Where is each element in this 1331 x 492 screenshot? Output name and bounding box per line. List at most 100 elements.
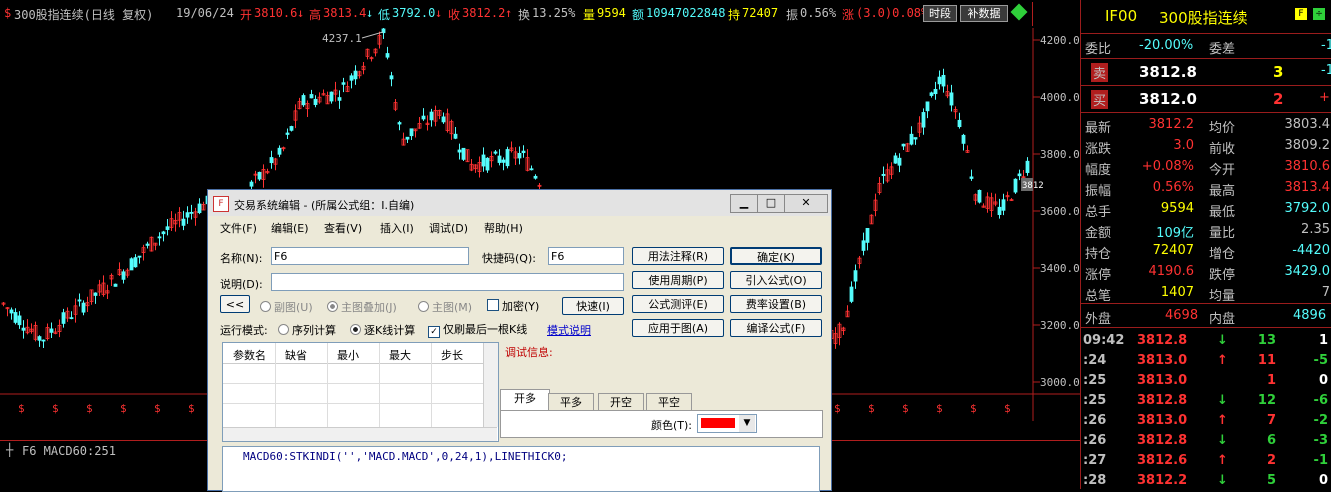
stat-key: 持仓 xyxy=(1085,247,1112,262)
kline-radio[interactable]: 逐K线计算 xyxy=(350,322,415,338)
chevron-down-icon[interactable]: ▼ xyxy=(739,415,755,432)
candle-body xyxy=(189,211,194,214)
candle-body xyxy=(21,327,26,331)
candle-body xyxy=(893,155,898,164)
fill-data-button[interactable]: 补数据 xyxy=(960,5,1008,22)
chart-divider xyxy=(1032,2,1033,26)
stat-value: 1407 xyxy=(1160,285,1194,300)
tick-change: -5 xyxy=(1313,353,1328,368)
fee-settings-button[interactable]: 费率设置(B) xyxy=(730,295,822,313)
formula-editor[interactable]: MACD60:STKINDI('','MACD.MACD',0,24,1),LI… xyxy=(222,446,820,492)
switch-icon[interactable]: ÷ xyxy=(1313,8,1325,20)
y-axis-ticks: 4200.0 4000.0 3800.0 3600.0 3400.0 3200.0 3000… xyxy=(1033,34,1080,389)
low-value: 3792.0 xyxy=(392,6,436,20)
candle-body xyxy=(69,317,74,320)
candle-body xyxy=(165,226,170,230)
color-select[interactable]: ▼ xyxy=(697,414,757,433)
stat-value: 3429.0 xyxy=(1284,264,1331,279)
tick-direction-icon: ↑ xyxy=(1217,353,1228,368)
usage-notes-button[interactable]: 用法注释(R) xyxy=(632,247,724,265)
stat-value: +0.08% xyxy=(1141,159,1194,174)
compile-formula-button[interactable]: 编译公式(F) xyxy=(730,319,822,337)
refresh-last-checkbox[interactable]: ✓ 仅刷最后一根K线 xyxy=(428,321,527,338)
menu-item[interactable]: 查看(V) xyxy=(324,220,362,236)
formula-test-button[interactable]: 公式测评(E) xyxy=(632,295,724,313)
menu-item[interactable]: 插入(I) xyxy=(380,220,414,236)
arrow-down-icon: ↓ xyxy=(435,6,443,20)
subchart-radio[interactable]: 副图(U) xyxy=(260,299,313,315)
collapse-button[interactable]: << xyxy=(220,295,250,313)
shortcut-label: 快捷码(Q): xyxy=(482,252,536,265)
diamond-icon[interactable] xyxy=(1010,3,1028,21)
tick-time: :26 xyxy=(1083,413,1107,428)
stat-value: 3813.4 xyxy=(1284,180,1331,195)
description-field[interactable] xyxy=(271,273,624,291)
tick-row: :25 3813.0 1 0 xyxy=(1081,370,1331,391)
diff-label: 委差 xyxy=(1209,42,1236,57)
tick-price: 3813.0 xyxy=(1137,353,1188,368)
y-tick-label: 3600.0 xyxy=(1040,205,1080,218)
menu-item[interactable]: 编辑(E) xyxy=(271,220,309,236)
overlay-radio[interactable]: 主图叠加(J) xyxy=(327,299,397,315)
tick-volume: 12 xyxy=(1257,393,1276,408)
maximize-button[interactable]: □ xyxy=(757,194,785,213)
horizontal-scrollbar[interactable] xyxy=(223,427,497,441)
candle-body xyxy=(113,283,118,287)
sell-label: 卖 xyxy=(1091,63,1109,82)
dialog-menubar: 文件(F) 编辑(E) 查看(V) 插入(I) 调试(D) 帮助(H) xyxy=(208,217,831,237)
run-mode-label: 运行模式: xyxy=(220,324,268,337)
candle-body xyxy=(853,270,858,282)
mainchart-radio[interactable]: 主图(M) xyxy=(418,299,472,315)
candle-body xyxy=(429,111,434,121)
menu-item[interactable]: 帮助(H) xyxy=(484,220,523,236)
tick-direction-icon: ↓ xyxy=(1217,393,1228,408)
ok-button[interactable]: 确定(K) xyxy=(730,247,822,265)
tab-1[interactable]: 开多 xyxy=(500,389,550,411)
y-tick-label: 3200.0 xyxy=(1040,319,1080,332)
candle-body xyxy=(441,116,446,123)
candle-body xyxy=(41,339,46,342)
dialog-titlebar[interactable]: F 交易系统编辑 - (所属公式组：I.自编) ▁ □ ✕ xyxy=(208,190,831,216)
stat-value: 109亿 xyxy=(1156,226,1194,241)
apply-to-chart-button[interactable]: 应用于图(A) xyxy=(632,319,724,337)
stat-key: 涨停 xyxy=(1085,268,1112,283)
close-button[interactable]: ✕ xyxy=(784,194,828,213)
candle-body xyxy=(121,271,126,280)
tick-direction-icon: ↓ xyxy=(1217,433,1228,448)
stat-key: 前收 xyxy=(1209,142,1236,157)
quick-button[interactable]: 快速(I) xyxy=(562,297,624,315)
period-button[interactable]: 时段 xyxy=(923,5,957,22)
parameter-table[interactable]: 参数名 缺省 最小 最大 步长 xyxy=(222,342,499,442)
menu-item[interactable]: 调试(D) xyxy=(429,220,468,236)
name-label: 名称(N): xyxy=(220,252,263,265)
tick-price: 3813.0 xyxy=(1137,373,1188,388)
vertical-scrollbar[interactable] xyxy=(483,343,498,427)
name-field[interactable]: F6 xyxy=(271,247,469,265)
amount-value: 10947022848 xyxy=(646,6,726,20)
use-period-button[interactable]: 使用周期(P) xyxy=(632,271,724,289)
sequence-radio[interactable]: 序列计算 xyxy=(278,322,336,338)
turnover-label: 换 xyxy=(518,8,531,22)
minimize-button[interactable]: ▁ xyxy=(730,194,758,213)
encrypt-checkbox[interactable]: 加密(Y) xyxy=(487,298,539,314)
quote-panel: IF00 300股指连续 F ÷ 委比 -20.00% 委差 -1 卖 3812… xyxy=(1080,0,1331,489)
contract-code: IF00 xyxy=(1105,7,1138,25)
formula-code[interactable]: MACD60:STKINDI('','MACD.MACD',0,24,1),LI… xyxy=(243,450,568,463)
tick-row: :27 3812.6 ↑ 2 -1 xyxy=(1081,450,1331,471)
import-formula-button[interactable]: 引入公式(O) xyxy=(730,271,822,289)
candle-body xyxy=(977,189,982,203)
candle-body xyxy=(897,157,902,166)
info-icon[interactable]: F xyxy=(1295,8,1307,20)
mode-help-link[interactable]: 模式说明 xyxy=(547,322,591,338)
tick-price: 3812.8 xyxy=(1137,333,1188,348)
tick-price: 3813.0 xyxy=(1137,413,1188,428)
menu-item[interactable]: 文件(F) xyxy=(220,220,257,236)
sell-change: -1 xyxy=(1321,63,1331,78)
buy-row: 买 3812.0 2 +1 xyxy=(1081,87,1331,111)
candle-body xyxy=(1013,178,1018,193)
tick-time: :25 xyxy=(1083,393,1107,408)
stat-value: 72407 xyxy=(1152,243,1194,258)
candle-body xyxy=(1025,160,1030,173)
candle-body xyxy=(933,88,938,95)
shortcut-field[interactable]: F6 xyxy=(548,247,624,265)
